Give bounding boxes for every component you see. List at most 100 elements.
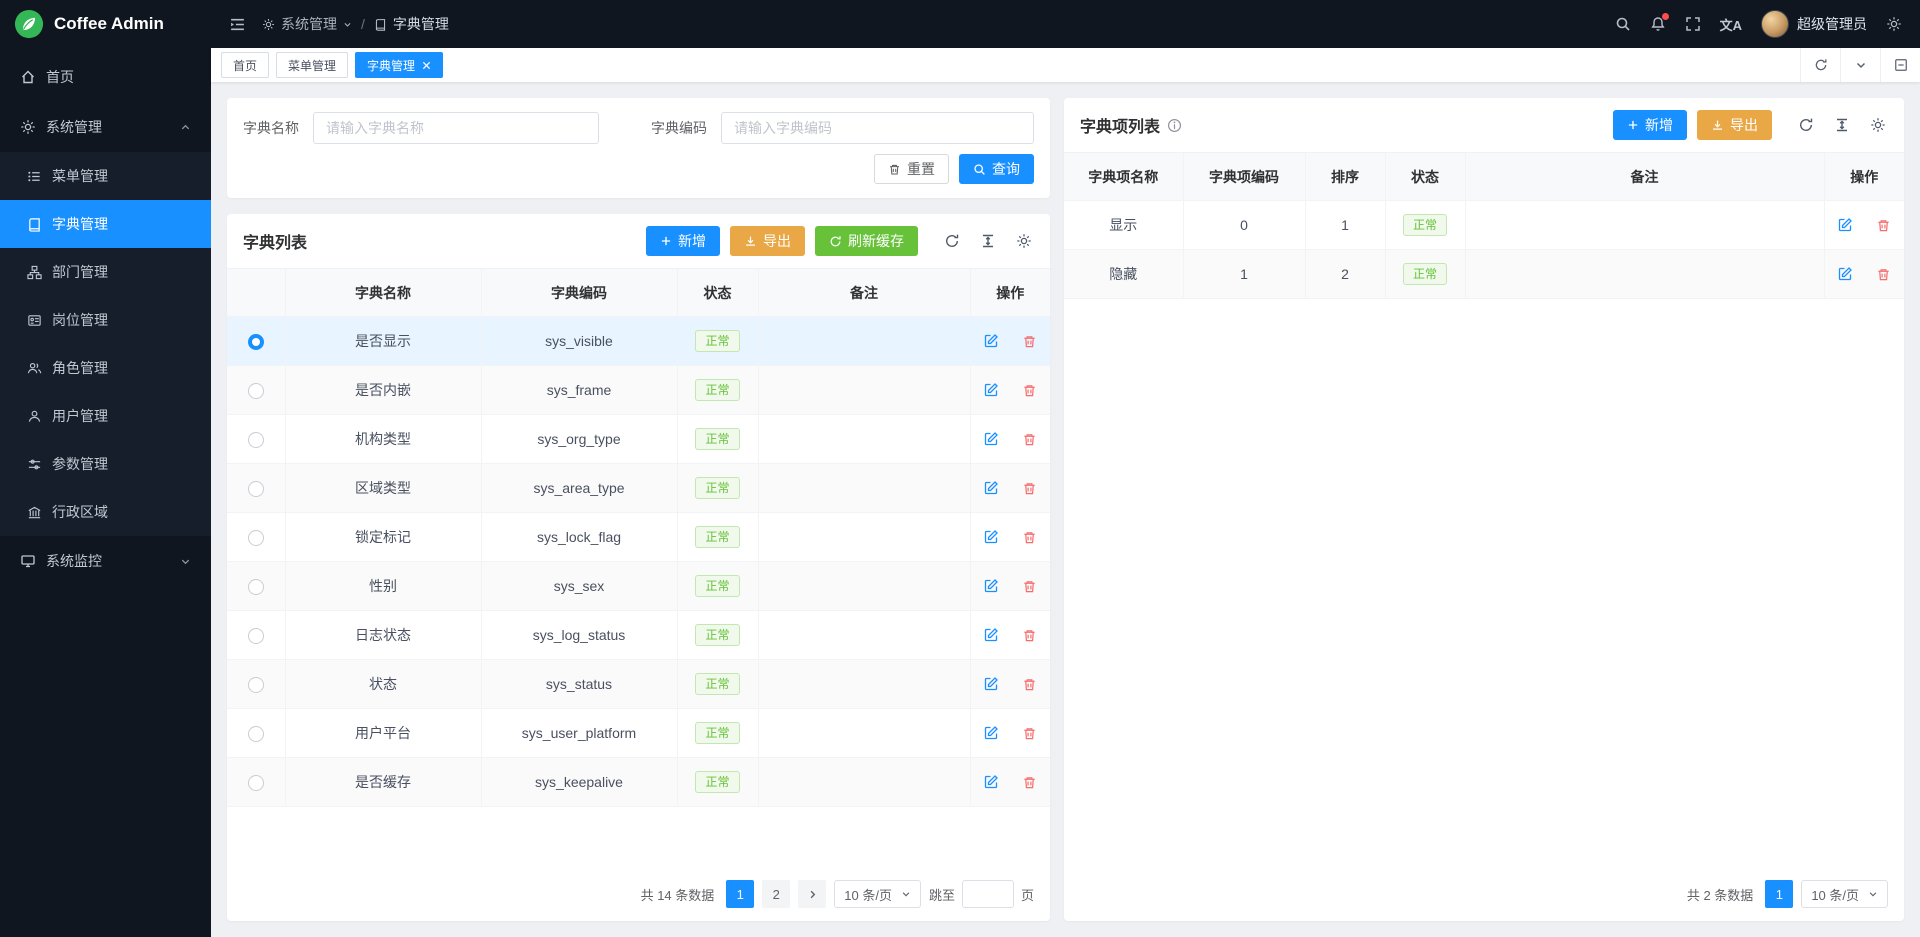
table-row[interactable]: 是否内嵌 sys_frame 正常 xyxy=(227,366,1050,415)
delete-icon[interactable] xyxy=(1874,216,1892,234)
edit-icon[interactable] xyxy=(1836,216,1854,234)
notification-bell-icon[interactable] xyxy=(1650,16,1666,32)
chevron-down-icon[interactable] xyxy=(1840,48,1880,82)
sidebar-item-system-management[interactable]: 系统管理 xyxy=(0,102,211,152)
delete-icon[interactable] xyxy=(1020,773,1038,791)
reset-button[interactable]: 重置 xyxy=(874,154,949,184)
refresh-icon[interactable] xyxy=(1800,48,1840,82)
row-select-cell[interactable] xyxy=(227,562,285,611)
add-button[interactable]: 新增 xyxy=(1613,110,1687,140)
refresh-icon[interactable] xyxy=(1796,115,1816,135)
sidebar-item-dict-management[interactable]: 字典管理 xyxy=(0,200,211,248)
sidebar-item-system-monitor[interactable]: 系统监控 xyxy=(0,536,211,586)
edit-icon[interactable] xyxy=(982,381,1000,399)
export-button[interactable]: 导出 xyxy=(1697,110,1772,140)
edit-icon[interactable] xyxy=(982,724,1000,742)
edit-icon[interactable] xyxy=(982,479,1000,497)
user-menu[interactable]: 超级管理员 xyxy=(1761,10,1867,38)
delete-icon[interactable] xyxy=(1020,626,1038,644)
dict-name-input[interactable] xyxy=(313,112,599,144)
delete-icon[interactable] xyxy=(1020,430,1038,448)
row-radio[interactable] xyxy=(248,775,264,791)
column-height-icon[interactable] xyxy=(1832,115,1852,135)
delete-icon[interactable] xyxy=(1020,381,1038,399)
tab-home[interactable]: 首页 xyxy=(221,52,269,78)
query-button[interactable]: 查询 xyxy=(959,154,1034,184)
delete-icon[interactable] xyxy=(1020,724,1038,742)
pagination-next-icon[interactable] xyxy=(798,880,826,908)
tab-menu-management[interactable]: 菜单管理 xyxy=(276,52,348,78)
sidebar-collapse-icon[interactable] xyxy=(229,16,246,33)
row-radio[interactable] xyxy=(248,726,264,742)
edit-icon[interactable] xyxy=(982,675,1000,693)
edit-icon[interactable] xyxy=(982,528,1000,546)
delete-icon[interactable] xyxy=(1020,528,1038,546)
sidebar-item-home[interactable]: 首页 xyxy=(0,52,211,102)
row-select-cell[interactable] xyxy=(227,415,285,464)
row-radio[interactable] xyxy=(248,677,264,693)
table-row[interactable]: 机构类型 sys_org_type 正常 xyxy=(227,415,1050,464)
table-row[interactable]: 是否显示 sys_visible 正常 xyxy=(227,317,1050,366)
delete-icon[interactable] xyxy=(1020,675,1038,693)
table-row[interactable]: 用户平台 sys_user_platform 正常 xyxy=(227,709,1050,758)
page-size-select[interactable]: 10 条/页 xyxy=(1801,880,1888,908)
edit-icon[interactable] xyxy=(982,626,1000,644)
tab-dict-management[interactable]: 字典管理 xyxy=(355,52,443,78)
sidebar-item-role-management[interactable]: 角色管理 xyxy=(0,344,211,392)
table-settings-gear-icon[interactable] xyxy=(1014,231,1034,251)
sidebar-item-admin-region[interactable]: 行政区域 xyxy=(0,488,211,536)
table-row[interactable]: 隐藏 1 2 正常 xyxy=(1064,250,1904,299)
row-radio[interactable] xyxy=(248,383,264,399)
page-size-select[interactable]: 10 条/页 xyxy=(834,880,921,908)
row-radio[interactable] xyxy=(248,530,264,546)
row-select-cell[interactable] xyxy=(227,709,285,758)
column-height-icon[interactable] xyxy=(978,231,998,251)
edit-icon[interactable] xyxy=(982,577,1000,595)
sidebar-item-post-management[interactable]: 岗位管理 xyxy=(0,296,211,344)
search-icon[interactable] xyxy=(1615,16,1631,32)
page-jump-input[interactable] xyxy=(962,880,1014,908)
table-row[interactable]: 锁定标记 sys_lock_flag 正常 xyxy=(227,513,1050,562)
export-button[interactable]: 导出 xyxy=(730,226,805,256)
table-row[interactable]: 状态 sys_status 正常 xyxy=(227,660,1050,709)
row-select-cell[interactable] xyxy=(227,611,285,660)
sidebar-item-dept-management[interactable]: 部门管理 xyxy=(0,248,211,296)
edit-icon[interactable] xyxy=(982,332,1000,350)
row-select-cell[interactable] xyxy=(227,660,285,709)
row-radio[interactable] xyxy=(248,579,264,595)
table-row[interactable]: 性别 sys_sex 正常 xyxy=(227,562,1050,611)
content-fullscreen-icon[interactable] xyxy=(1880,48,1920,82)
breadcrumb-item-system[interactable]: 系统管理 xyxy=(262,14,352,34)
pagination-page-1[interactable]: 1 xyxy=(726,880,754,908)
fullscreen-icon[interactable] xyxy=(1685,16,1701,32)
pagination-page-2[interactable]: 2 xyxy=(762,880,790,908)
row-select-cell[interactable] xyxy=(227,464,285,513)
refresh-icon[interactable] xyxy=(942,231,962,251)
row-select-cell[interactable] xyxy=(227,758,285,807)
add-button[interactable]: 新增 xyxy=(646,226,720,256)
delete-icon[interactable] xyxy=(1874,265,1892,283)
delete-icon[interactable] xyxy=(1020,332,1038,350)
row-radio[interactable] xyxy=(248,628,264,644)
row-select-cell[interactable] xyxy=(227,513,285,562)
table-settings-gear-icon[interactable] xyxy=(1868,115,1888,135)
settings-gear-icon[interactable] xyxy=(1886,16,1902,32)
table-row[interactable]: 是否缓存 sys_keepalive 正常 xyxy=(227,758,1050,807)
edit-icon[interactable] xyxy=(982,430,1000,448)
row-radio[interactable] xyxy=(248,481,264,497)
info-icon[interactable] xyxy=(1167,118,1182,133)
sidebar-item-user-management[interactable]: 用户管理 xyxy=(0,392,211,440)
edit-icon[interactable] xyxy=(982,773,1000,791)
row-radio[interactable] xyxy=(248,334,264,350)
table-row[interactable]: 显示 0 1 正常 xyxy=(1064,201,1904,250)
row-select-cell[interactable] xyxy=(227,317,285,366)
table-row[interactable]: 区域类型 sys_area_type 正常 xyxy=(227,464,1050,513)
delete-icon[interactable] xyxy=(1020,479,1038,497)
row-radio[interactable] xyxy=(248,432,264,448)
translate-icon[interactable]: 文A xyxy=(1720,15,1742,34)
delete-icon[interactable] xyxy=(1020,577,1038,595)
dict-code-input[interactable] xyxy=(721,112,1034,144)
edit-icon[interactable] xyxy=(1836,265,1854,283)
sidebar-item-menu-management[interactable]: 菜单管理 xyxy=(0,152,211,200)
refresh-cache-button[interactable]: 刷新缓存 xyxy=(815,226,918,256)
